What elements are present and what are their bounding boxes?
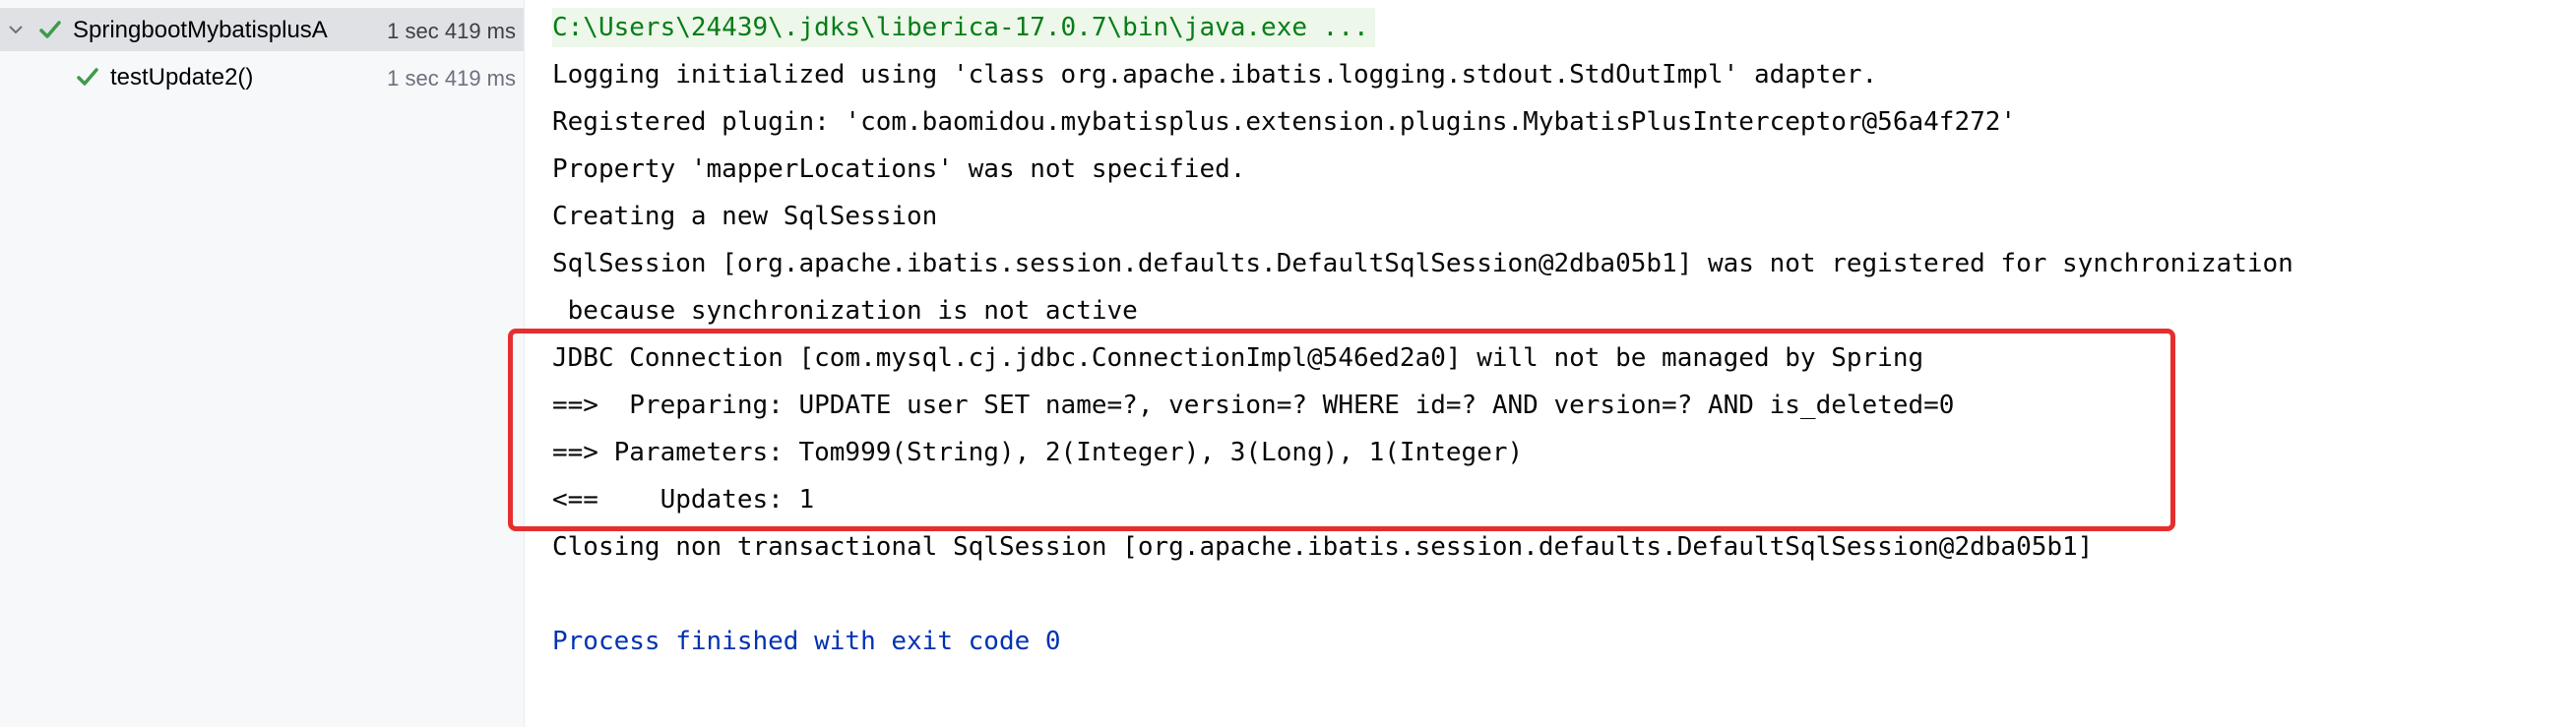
console-exit-line: Process finished with exit code 0 [552, 627, 1061, 656]
check-icon [39, 21, 61, 38]
test-tree-root-row[interactable]: SpringbootMybatisplusA 1 sec 419 ms [0, 8, 524, 51]
console-line: SqlSession [org.apache.ibatis.session.de… [552, 249, 2293, 278]
test-class-label: SpringbootMybatisplusA [73, 17, 328, 43]
console-line: Property 'mapperLocations' was not speci… [552, 154, 1246, 184]
annotation-highlight-box [508, 329, 2175, 531]
console-command-line[interactable]: C:\Users\24439\.jdks\liberica-17.0.7\bin… [552, 8, 1375, 47]
console-line: Registered plugin: 'com.baomidou.mybatis… [552, 107, 2017, 137]
test-results-tree: SpringbootMybatisplusA 1 sec 419 ms test… [0, 0, 525, 727]
check-icon [77, 68, 98, 86]
console-line: because synchronization is not active [552, 296, 1138, 326]
test-method-label: testUpdate2() [110, 64, 254, 91]
console-line: Closing non transactional SqlSession [or… [552, 532, 2094, 562]
console-line: Logging initialized using 'class org.apa… [552, 60, 1878, 90]
console-line: Creating a new SqlSession [552, 202, 938, 231]
test-method-duration: 1 sec 419 ms [387, 66, 516, 91]
test-tree-child-row[interactable]: testUpdate2() 1 sec 419 ms [0, 55, 524, 98]
test-class-duration: 1 sec 419 ms [387, 19, 516, 43]
chevron-down-icon[interactable] [6, 20, 26, 39]
